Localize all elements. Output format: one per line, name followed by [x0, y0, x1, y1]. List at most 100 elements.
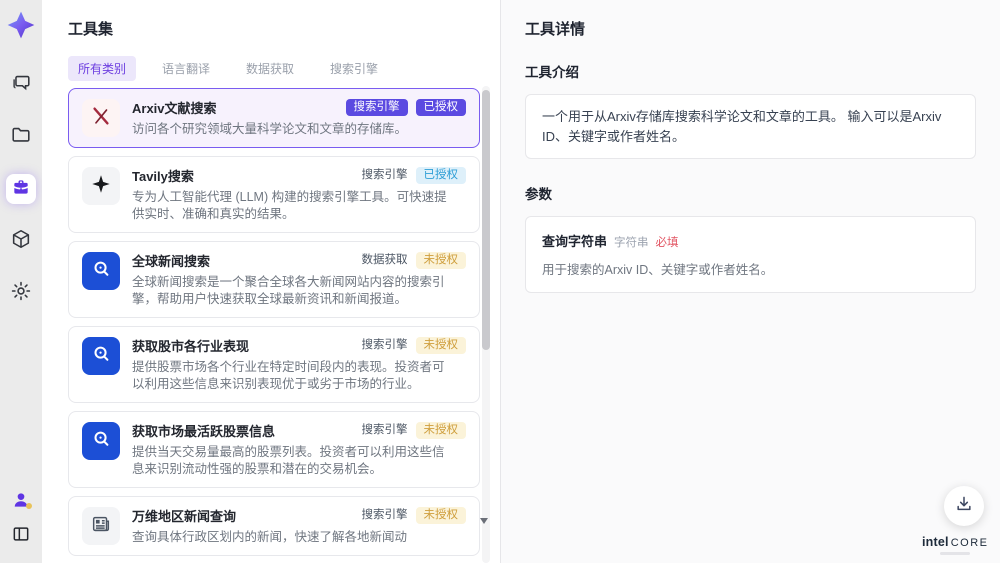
- tool-card[interactable]: 万维地区新闻查询 搜索引擎 未授权 查询具体行政区划内的新闻，快速了解各地新闻动: [68, 496, 480, 556]
- tool-auth-badge: 已授权: [415, 98, 466, 117]
- category-tabs: 所有类别 语言翻译 数据获取 搜索引擎: [68, 56, 388, 81]
- tool-description: 查询具体行政区划内的新闻，快速了解各地新闻动: [132, 530, 408, 544]
- tool-description: 访问各个研究领域大量科学论文和文章的存储库。: [132, 122, 408, 136]
- tool-name: 万维地区新闻查询: [132, 509, 237, 524]
- tool-icon: [82, 507, 120, 545]
- tool-category-badge: 搜索引擎: [361, 168, 408, 181]
- parameter-description: 用于搜索的Arxiv ID、关键字或作者姓名。: [542, 263, 774, 277]
- tool-description: 全球新闻搜索是一个聚合全球各大新闻网站内容的搜索引擎，帮助用户快速获取全球最新资…: [132, 275, 445, 306]
- tool-card-header: Arxiv文献搜索 搜索引擎 已授权: [132, 98, 466, 117]
- tool-card-header: Tavily搜索 搜索引擎 已授权: [132, 166, 466, 185]
- tool-auth-badge: 未授权: [415, 336, 466, 355]
- tool-card-header: 全球新闻搜索 数据获取 未授权: [132, 251, 466, 270]
- nav-settings[interactable]: [6, 278, 36, 308]
- nav-models[interactable]: [6, 226, 36, 256]
- chat-icon: [10, 72, 32, 99]
- brand-underline: [940, 552, 970, 555]
- page-title: 工具集: [68, 21, 114, 38]
- briefcase-icon: [11, 177, 31, 202]
- tool-category-badge: 搜索引擎: [345, 98, 408, 117]
- tool-auth-badge: 未授权: [415, 506, 466, 525]
- app-window: 工具集 所有类别 语言翻译 数据获取 搜索引擎 Arxiv文献搜索 搜索引擎 已授权 …: [0, 0, 1000, 563]
- tool-description: 专为人工智能代理 (LLM) 构建的搜索引擎工具。可快速提供实时、准确和真实的结…: [132, 190, 447, 221]
- tool-name: Tavily搜索: [132, 169, 194, 184]
- parameter-required-badge: 必填: [655, 237, 679, 249]
- parameter-header: 查询字符串 字符串 必填: [542, 231, 959, 250]
- parameter-name: 查询字符串: [542, 234, 608, 249]
- search-app-icon: [90, 258, 112, 285]
- tool-card[interactable]: Arxiv文献搜索 搜索引擎 已授权 访问各个研究领域大量科学论文和文章的存储库…: [68, 88, 480, 148]
- user-avatar[interactable]: [8, 487, 34, 513]
- tool-card[interactable]: Tavily搜索 搜索引擎 已授权 专为人工智能代理 (LLM) 构建的搜索引擎…: [68, 156, 480, 233]
- nav-chat[interactable]: [6, 70, 36, 100]
- tool-card-header: 获取股市各行业表现 搜索引擎 未授权: [132, 336, 466, 355]
- tool-name: 获取股市各行业表现: [132, 339, 250, 354]
- intel-core-logo: intel core: [922, 535, 988, 555]
- download-button[interactable]: [944, 486, 984, 526]
- scrollbar-thumb[interactable]: [482, 90, 490, 350]
- arxiv-logo-icon: [90, 105, 112, 132]
- gear-icon: [10, 280, 32, 307]
- tool-icon: [82, 252, 120, 290]
- sidebar-nav: [6, 70, 36, 308]
- tool-card-body: 万维地区新闻查询 搜索引擎 未授权 查询具体行政区划内的新闻，快速了解各地新闻动: [132, 506, 466, 546]
- search-app-icon: [90, 428, 112, 455]
- tool-card[interactable]: 全球新闻搜索 数据获取 未授权 全球新闻搜索是一个聚合全球各大新闻网站内容的搜索…: [68, 241, 480, 318]
- tool-card-body: 获取股市各行业表现 搜索引擎 未授权 提供股票市场各个行业在特定时间段内的表现。…: [132, 336, 466, 393]
- download-icon: [954, 494, 974, 519]
- left-sidebar: [0, 0, 42, 563]
- tool-auth-badge: 未授权: [415, 421, 466, 440]
- tool-auth-badge: 未授权: [415, 251, 466, 270]
- tool-card-body: Tavily搜索 搜索引擎 已授权 专为人工智能代理 (LLM) 构建的搜索引擎…: [132, 166, 466, 223]
- collapse-panel-button[interactable]: [8, 523, 34, 549]
- tool-details-panel: 工具详情 工具介绍 一个用于从Arxiv存储库搜索科学论文和文章的工具。 输入可…: [500, 0, 1000, 563]
- parameter-card: 查询字符串 字符串 必填 用于搜索的Arxiv ID、关键字或作者姓名。: [525, 216, 976, 293]
- user-icon: [11, 490, 32, 510]
- newspaper-icon: [90, 513, 112, 540]
- tool-name: 获取市场最活跃股票信息: [132, 424, 276, 439]
- tool-card-header: 万维地区新闻查询 搜索引擎 未授权: [132, 506, 466, 525]
- tool-list-panel: 工具集 所有类别 语言翻译 数据获取 搜索引擎 Arxiv文献搜索 搜索引擎 已授权 …: [42, 0, 500, 563]
- list-scrollbar[interactable]: [482, 86, 490, 563]
- panel-layout-icon: [11, 524, 31, 549]
- intro-section-title: 工具介绍: [525, 65, 579, 80]
- tool-card[interactable]: 获取股市各行业表现 搜索引擎 未授权 提供股票市场各个行业在特定时间段内的表现。…: [68, 326, 480, 403]
- brand-intel-text: intel: [922, 535, 949, 549]
- category-tab-1[interactable]: 语言翻译: [152, 56, 220, 81]
- cube-icon: [10, 228, 32, 255]
- tool-category-badge: 搜索引擎: [361, 423, 408, 436]
- tool-card-body: Arxiv文献搜索 搜索引擎 已授权 访问各个研究领域大量科学论文和文章的存储库…: [132, 98, 466, 138]
- tool-card-body: 获取市场最活跃股票信息 搜索引擎 未授权 提供当天交易量最高的股票列表。投资者可…: [132, 421, 466, 478]
- tool-category-badge: 搜索引擎: [361, 338, 408, 351]
- tool-icon: [82, 99, 120, 137]
- tool-name: 全球新闻搜索: [132, 254, 211, 269]
- tool-auth-badge: 已授权: [415, 166, 466, 185]
- tool-category-badge: 搜索引擎: [361, 508, 408, 521]
- tool-intro-text: 一个用于从Arxiv存储库搜索科学论文和文章的工具。 输入可以是Arxiv ID…: [525, 94, 976, 159]
- status-dot: [26, 503, 32, 509]
- sidebar-bottom: [8, 487, 34, 549]
- tool-card-header: 获取市场最活跃股票信息 搜索引擎 未授权: [132, 421, 466, 440]
- tool-card-body: 全球新闻搜索 数据获取 未授权 全球新闻搜索是一个聚合全球各大新闻网站内容的搜索…: [132, 251, 466, 308]
- category-tab-2[interactable]: 数据获取: [236, 56, 304, 81]
- brand-core-text: core: [950, 537, 989, 549]
- category-tab-0[interactable]: 所有类别: [68, 56, 137, 81]
- nav-toolset[interactable]: [6, 174, 36, 204]
- tool-name: Arxiv文献搜索: [132, 101, 217, 116]
- folder-icon: [10, 124, 32, 151]
- details-title: 工具详情: [525, 21, 586, 38]
- tool-description: 提供股票市场各个行业在特定时间段内的表现。投资者可以利用这些信息来识别表现优于或…: [132, 360, 445, 391]
- tool-card-list: Arxiv文献搜索 搜索引擎 已授权 访问各个研究领域大量科学论文和文章的存储库…: [68, 88, 480, 563]
- tool-icon: [82, 167, 120, 205]
- nav-files[interactable]: [6, 122, 36, 152]
- tool-icon: [82, 422, 120, 460]
- tool-card[interactable]: 获取市场最活跃股票信息 搜索引擎 未授权 提供当天交易量最高的股票列表。投资者可…: [68, 411, 480, 488]
- app-logo-icon: [4, 8, 38, 42]
- tool-category-badge: 数据获取: [361, 253, 408, 266]
- params-section-title: 参数: [525, 187, 552, 202]
- search-app-icon: [90, 343, 112, 370]
- category-tab-3[interactable]: 搜索引擎: [320, 56, 388, 81]
- tool-icon: [82, 337, 120, 375]
- scroll-down-icon[interactable]: [480, 518, 488, 524]
- tavily-star-icon: [90, 173, 112, 200]
